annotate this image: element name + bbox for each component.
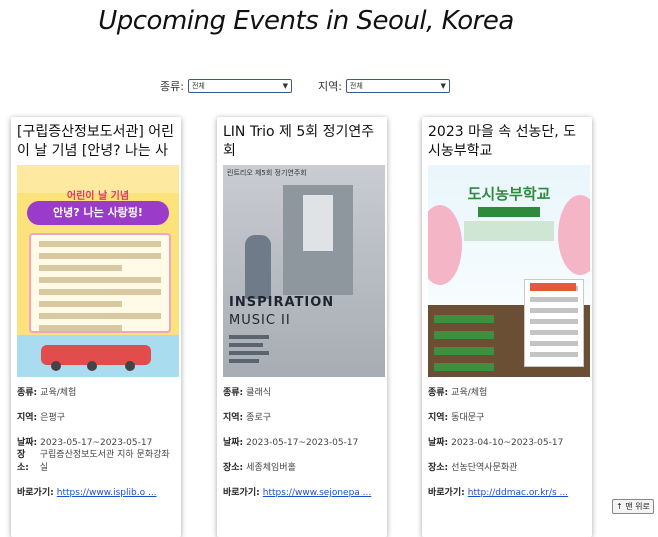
poster-text: 린트리오 제5회 정기연주회 [227, 169, 307, 177]
region-select[interactable]: 전체 ▼ [345, 79, 450, 93]
event-place: 구립증산정보도서관 지하 문화강좌실 [39, 450, 170, 473]
back-to-top-button[interactable]: ↑ 맨 위로 [612, 499, 654, 514]
page-title: Upcoming Events in Seoul, Korea [98, 6, 514, 36]
event-card[interactable]: 2023 마을 속 선농단, 도시농부학교 도시농부학교 종류: 교육/체험 지역… [422, 117, 592, 537]
event-place: 선농단역사문화관 [451, 463, 518, 473]
event-category: 교육/체험 [451, 388, 488, 398]
event-poster: 도시농부학교 [428, 165, 590, 377]
link-label: 바로가기: [223, 488, 260, 498]
event-region: 은평구 [40, 413, 66, 423]
category-select-value: 전체 [191, 82, 205, 90]
event-date: 2023-05-17~2023-05-17 [246, 438, 359, 448]
event-poster: 어린이 날 기념 안녕? 나는 사랑핑! [17, 165, 179, 377]
place-label: 장소: [428, 463, 449, 473]
event-category: 교육/체험 [40, 388, 77, 398]
event-title[interactable]: 2023 마을 속 선농단, 도시농부학교 [428, 123, 586, 161]
event-category: 클래식 [246, 388, 272, 398]
event-date: 2023-04-10~2023-05-17 [451, 438, 564, 448]
category-label: 종류: [428, 388, 449, 398]
event-title[interactable]: LIN Trio 제 5회 정기연주회 [223, 123, 381, 161]
chevron-down-icon: ▼ [440, 82, 446, 90]
event-card[interactable]: [구립증산정보도서관] 어린이 날 기념 [안녕? 나는 사랑 어린이 날 기념… [11, 117, 181, 537]
event-region: 종로구 [246, 413, 272, 423]
poster-text: INSPIRATION [229, 295, 335, 310]
category-filter-label: 종류: [160, 80, 184, 93]
category-label: 종류: [223, 388, 244, 398]
date-label: 날짜: [223, 438, 244, 448]
region-label: 지역: [428, 413, 449, 423]
event-title[interactable]: [구립증산정보도서관] 어린이 날 기념 [안녕? 나는 사랑 [17, 123, 175, 161]
event-place: 세종체임버홀 [246, 463, 296, 473]
region-label: 지역: [223, 413, 244, 423]
poster-text: 어린이 날 기념 [66, 191, 130, 202]
poster-text: 도시농부학교 [467, 185, 551, 203]
event-link[interactable]: http://ddmac.or.kr/s ... [468, 488, 568, 498]
poster-text: 안녕? 나는 사랑핑! [27, 201, 169, 225]
date-label: 날짜: [428, 438, 449, 448]
poster-text: MUSIC II [229, 313, 291, 328]
region-select-value: 전체 [349, 82, 363, 90]
event-link[interactable]: https://www.isplib.o ... [57, 488, 157, 498]
link-label: 바로가기: [428, 488, 465, 498]
event-region: 동대문구 [451, 413, 485, 423]
link-label: 바로가기: [17, 488, 54, 498]
category-label: 종류: [17, 388, 38, 398]
category-select[interactable]: 전체 ▼ [187, 79, 292, 93]
place-label: 장소: [17, 450, 29, 473]
event-poster: 린트리오 제5회 정기연주회 INSPIRATION MUSIC II [223, 165, 385, 377]
chevron-down-icon: ▼ [282, 82, 288, 90]
region-label: 지역: [17, 413, 38, 423]
filter-bar: 종류: 전체 ▼ 지역: 전체 ▼ [160, 78, 450, 94]
region-filter-label: 지역: [317, 80, 342, 93]
event-link[interactable]: https://www.sejonepa ... [263, 488, 372, 498]
event-card[interactable]: LIN Trio 제 5회 정기연주회 린트리오 제5회 정기연주회 INSPI… [217, 117, 387, 537]
place-label: 장소: [223, 463, 244, 473]
